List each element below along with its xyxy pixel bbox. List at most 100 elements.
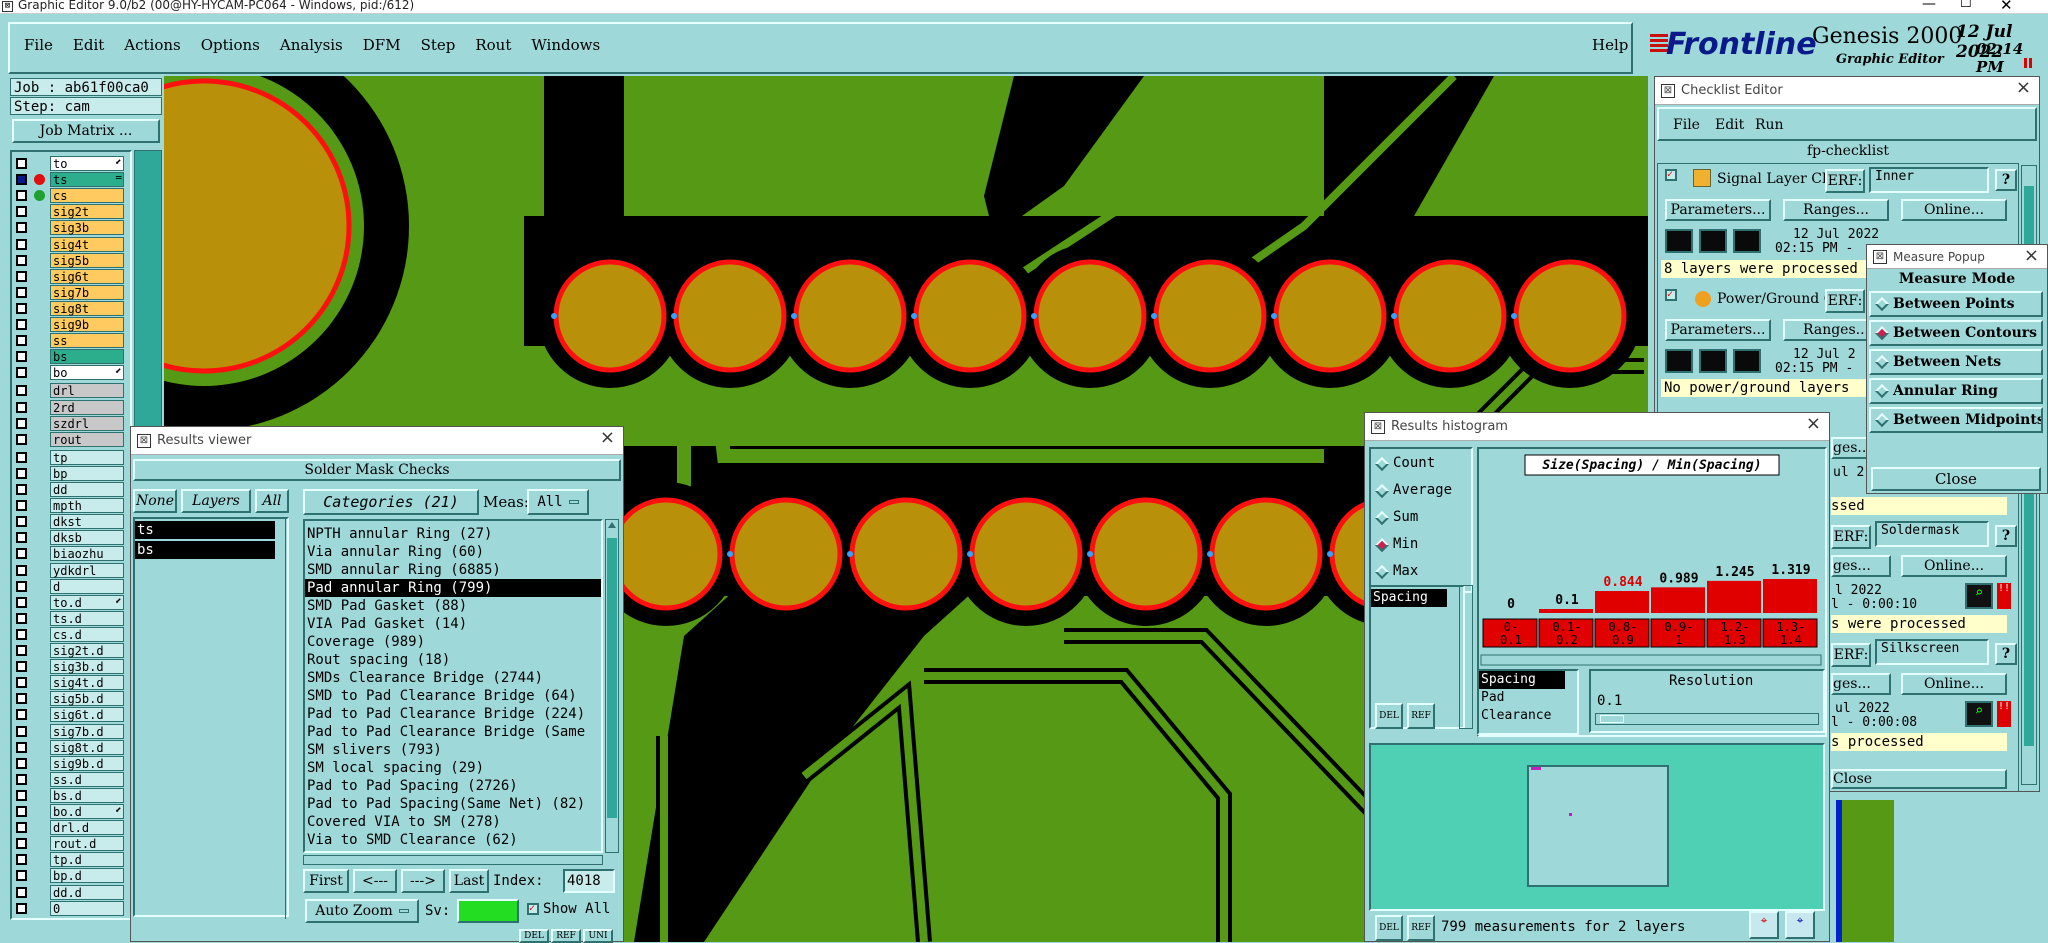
zoom-fit-icon[interactable]: ⌖ [1785,911,1815,939]
layer-checkbox[interactable] [16,286,27,298]
layer-row-sig5b[interactable]: sig5b [12,252,124,268]
layer-checkbox[interactable] [16,886,27,898]
layer-checkbox[interactable] [16,838,27,850]
layer-checkbox[interactable] [16,270,27,282]
layer-checkbox[interactable] [16,628,27,640]
layer-checkbox[interactable] [16,822,27,834]
next-button[interactable]: ---> [401,869,445,893]
layer-checkbox[interactable] [16,645,27,656]
histogram-option[interactable]: Min [1374,536,1418,556]
category-item[interactable]: Via to SMD Clearance (62) [305,831,601,849]
layer-row-bs-d[interactable]: bs.d [12,787,124,803]
item5-erf-value[interactable]: Silkscreen [1875,639,1989,665]
layer-row-bo[interactable]: bo ⬋ [12,364,124,381]
category-item[interactable]: SM slivers (793) [305,741,601,759]
layer-checkbox[interactable] [16,385,27,397]
sv-color-select[interactable] [457,899,519,923]
category-item[interactable]: Pad to Pad Clearance Bridge (Same [305,723,601,741]
item2-erf[interactable]: ERF: [1825,289,1865,313]
item5-online-button[interactable]: Online... [1901,673,2007,695]
first-button[interactable]: First [303,869,349,893]
item5-ranges-button[interactable]: ges... [1831,673,1891,695]
layer-checkbox[interactable] [16,596,27,608]
layer-checkbox[interactable] [16,677,27,689]
run-icon[interactable] [1733,229,1761,253]
item4-online-button[interactable]: Online... [1901,555,2007,577]
layer-checkbox[interactable] [16,532,27,544]
layer-row-bp-d[interactable]: bp.d [12,868,124,884]
layer-checkbox[interactable] [16,433,27,445]
layer-checkbox[interactable] [16,254,27,266]
layer-checkbox[interactable] [16,806,27,817]
category-item[interactable]: Covered VIA to SM (278) [305,813,601,831]
layer-row-sig3b[interactable]: sig3b [12,220,124,236]
category-item[interactable]: Pad to Pad Spacing(Same Net) (82) [305,795,601,813]
hist-ref-button[interactable]: REF [1407,703,1435,729]
histogram-option[interactable]: Max [1374,563,1418,583]
layer-row-sig8t[interactable]: sig8t [12,300,124,316]
results-layer-bs[interactable]: bs [135,541,275,559]
measure-option[interactable]: Between Nets [1869,349,2043,375]
layers-all-button[interactable]: All [255,489,289,513]
layer-checkbox[interactable] [16,661,27,673]
magnifier-icon[interactable]: ⌕ [1965,583,1993,609]
layer-checkbox[interactable] [16,351,27,363]
category-item[interactable]: SMDs Clearance Bridge (2744) [305,669,601,687]
layers-none-button[interactable]: None [133,489,177,513]
run-icon[interactable] [1665,229,1693,253]
job-matrix-button[interactable]: Job Matrix ... [12,119,160,143]
layer-row-sig7b-d[interactable]: sig7b.d [12,723,124,739]
layer-checkbox[interactable] [16,500,27,512]
layer-checkbox[interactable] [16,335,27,347]
layer-row-to[interactable]: to ⬋ [12,155,124,171]
hist-del-button[interactable]: DEL [1375,703,1403,729]
item4-erf-value[interactable]: Soldermask [1875,521,1989,547]
layer-row-dksb[interactable]: dksb [12,530,124,546]
field-list-vscroll[interactable] [1459,585,1473,729]
layer-checkbox[interactable] [16,902,27,914]
layer-checkbox[interactable] [16,757,27,769]
layer-row-dd-d[interactable]: dd.d [12,884,124,900]
bottom-pad[interactable]: Pad [1479,689,1577,707]
layer-checkbox[interactable] [16,580,27,592]
layer-checkbox[interactable] [16,741,27,753]
layer-checkbox[interactable] [16,612,27,624]
layer-checkbox[interactable] [16,564,27,576]
layers-label-button[interactable]: Layers [181,489,251,513]
menu-rout[interactable]: Rout [475,36,511,54]
item4-erf[interactable]: ERF: [1831,525,1871,549]
measure-close-icon[interactable]: × [2024,245,2039,266]
item5-help-button[interactable]: ? [1995,643,2017,665]
item1-erf-value[interactable]: Inner [1869,167,1989,193]
checklist-menu-edit[interactable]: Edit [1715,117,1744,133]
layer-row-bp[interactable]: bp [12,465,124,481]
category-item[interactable]: SMD annular Ring (6885) [305,561,601,579]
checklist-close-button[interactable]: Close [1831,769,2007,789]
show-all-checkbox[interactable]: ✓ [527,903,539,915]
histogram-option[interactable]: Count [1374,455,1435,475]
item1-checkbox[interactable]: ✓ [1665,169,1677,181]
item1-online-button[interactable]: Online... [1901,199,2007,221]
layer-row-drl[interactable]: drl [12,383,124,399]
run-icon[interactable] [1665,349,1693,373]
menu-step[interactable]: Step [421,36,456,54]
layer-checkbox[interactable] [16,870,27,882]
preview-del-button[interactable]: DEL [1375,915,1403,941]
del-button[interactable]: DEL [519,929,549,943]
layer-row-sig9b-d[interactable]: sig9b.d [12,755,124,771]
layer-checkbox[interactable] [16,417,27,429]
layer-row-sig5b-d[interactable]: sig5b.d [12,691,124,707]
item2-checkbox[interactable]: ✓ [1665,289,1677,301]
histogram-option[interactable]: Sum [1374,509,1418,529]
results-viewer-close-icon[interactable]: × [600,427,615,448]
layer-checkbox[interactable] [16,854,27,866]
category-item[interactable]: Pad annular Ring (799) [305,579,601,597]
layer-row-to-d[interactable]: to.d ⬋ [12,594,124,610]
layer-checkbox[interactable] [16,516,27,528]
bottom-clearance[interactable]: Clearance [1479,707,1577,725]
category-item[interactable]: SMD to Pad Clearance Bridge (64) [305,687,601,705]
item5-erf[interactable]: ERF: [1831,643,1871,667]
layer-row-ydkdrl[interactable]: ydkdrl [12,562,124,578]
layer-checkbox[interactable] [16,190,27,202]
categories-hscroll[interactable] [303,855,603,865]
